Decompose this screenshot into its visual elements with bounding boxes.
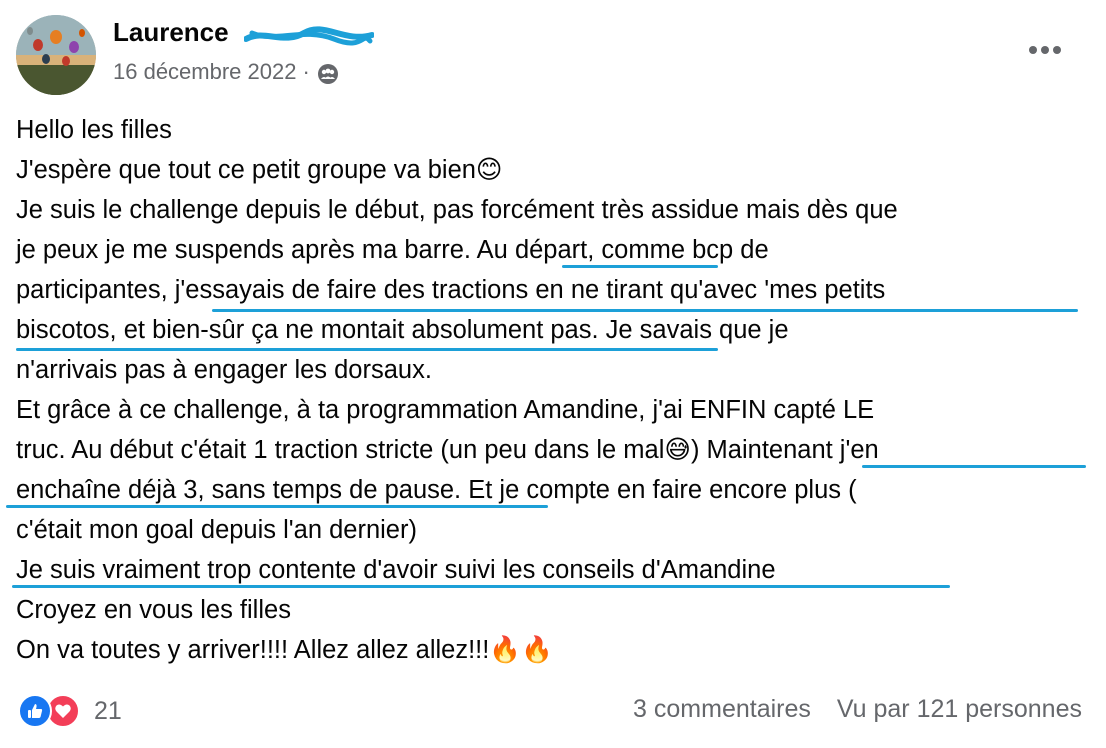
post-date[interactable]: 16 décembre 2022 xyxy=(113,59,296,85)
post-line: je peux je me suspends après ma barre. A… xyxy=(16,236,769,264)
post-line: Croyez en vous les filles xyxy=(16,596,291,624)
post-line: participantes, j'essayais de faire des t… xyxy=(16,276,886,304)
post-line: truc. Au début c'était 1 traction strict… xyxy=(16,436,879,464)
more-options-button[interactable] xyxy=(1022,30,1068,70)
group-icon xyxy=(316,62,340,86)
post-meta: 16 décembre 2022 · xyxy=(113,58,340,86)
post-text: Hello les filles J'espère que tout ce pe… xyxy=(16,110,1091,670)
more-options-icon xyxy=(1029,46,1061,54)
post-line: On va toutes y arriver!!!! Allez allez a… xyxy=(16,636,553,664)
post-line: biscotos, et bien-sûr ça ne montait abso… xyxy=(16,316,789,344)
comments-link[interactable]: 3 commentaires xyxy=(633,695,811,724)
post-line: Je suis vraiment trop contente d'avoir s… xyxy=(16,556,776,584)
author-avatar[interactable] xyxy=(16,15,96,95)
post-stats: 3 commentaires Vu par 121 personnes xyxy=(633,695,1082,724)
post-line: c'était mon goal depuis l'an dernier) xyxy=(16,516,417,544)
post-line: J'espère que tout ce petit groupe va bie… xyxy=(16,156,503,184)
reaction-count: 21 xyxy=(94,696,122,725)
meta-separator: · xyxy=(302,59,310,84)
post-card: Laurence 16 décembre 2022 · Hello les fi… xyxy=(0,0,1106,748)
post-line: n'arrivais pas à engager les dorsaux. xyxy=(16,356,432,384)
reactions-summary[interactable]: 21 xyxy=(18,693,122,729)
post-line: enchaîne déjà 3, sans temps de pause. Et… xyxy=(16,476,857,504)
redaction-scribble xyxy=(244,26,374,46)
views-link[interactable]: Vu par 121 personnes xyxy=(837,695,1082,724)
post-line: Hello les filles xyxy=(16,116,172,144)
post-line: Et grâce à ce challenge, à ta programmat… xyxy=(16,396,875,424)
like-icon xyxy=(18,694,52,728)
post-line: Je suis le challenge depuis le début, pa… xyxy=(16,196,898,224)
author-name[interactable]: Laurence xyxy=(113,17,229,48)
